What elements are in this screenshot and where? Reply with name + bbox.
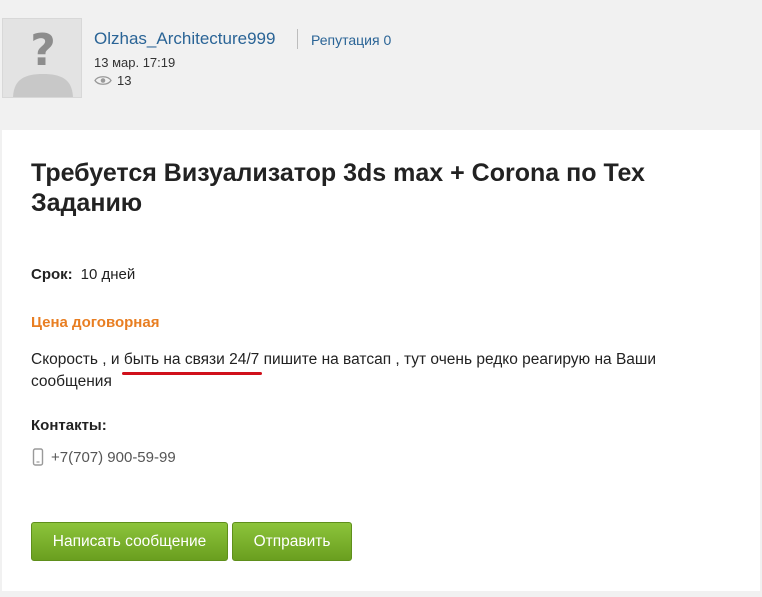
phone-row[interactable]: +7(707) 900-59-99 [32,448,176,466]
post-card: Требуется Визуализатор 3ds max + Corona … [2,130,760,591]
author-reputation[interactable]: Репутация 0 [311,32,391,48]
desc-part-1: Скорость , и [31,351,124,368]
write-message-button[interactable]: Написать сообщение [31,522,228,561]
divider [297,29,298,49]
post-title: Требуется Визуализатор 3ds max + Corona … [31,159,645,217]
avatar-placeholder-icon: ? [3,19,81,97]
post-date: 13 мар. 17:19 [94,55,176,70]
post-header: ? Olzhas_Architecture999 Репутация 0 13 … [0,0,762,130]
svg-text:?: ? [30,25,56,76]
eye-icon [94,76,112,85]
views-count: 13 [94,73,131,88]
author-username[interactable]: Olzhas_Architecture999 [94,29,275,49]
price-label: Цена договорная [31,314,160,331]
phone-number[interactable]: +7(707) 900-59-99 [51,449,176,466]
contacts-label: Контакты: [31,417,107,434]
avatar[interactable]: ? [2,18,82,98]
term-row: Срок: 10 дней [31,266,135,283]
desc-highlight: быть на связи 24/7 [121,349,263,375]
term-value: 10 дней [80,266,136,283]
views-value: 13 [117,73,132,88]
post-description: Скорость , и быть на связи 24/7 пишите н… [31,349,721,393]
phone-icon [32,448,44,466]
term-label: Срок: [31,266,73,283]
send-button[interactable]: Отправить [232,522,352,561]
